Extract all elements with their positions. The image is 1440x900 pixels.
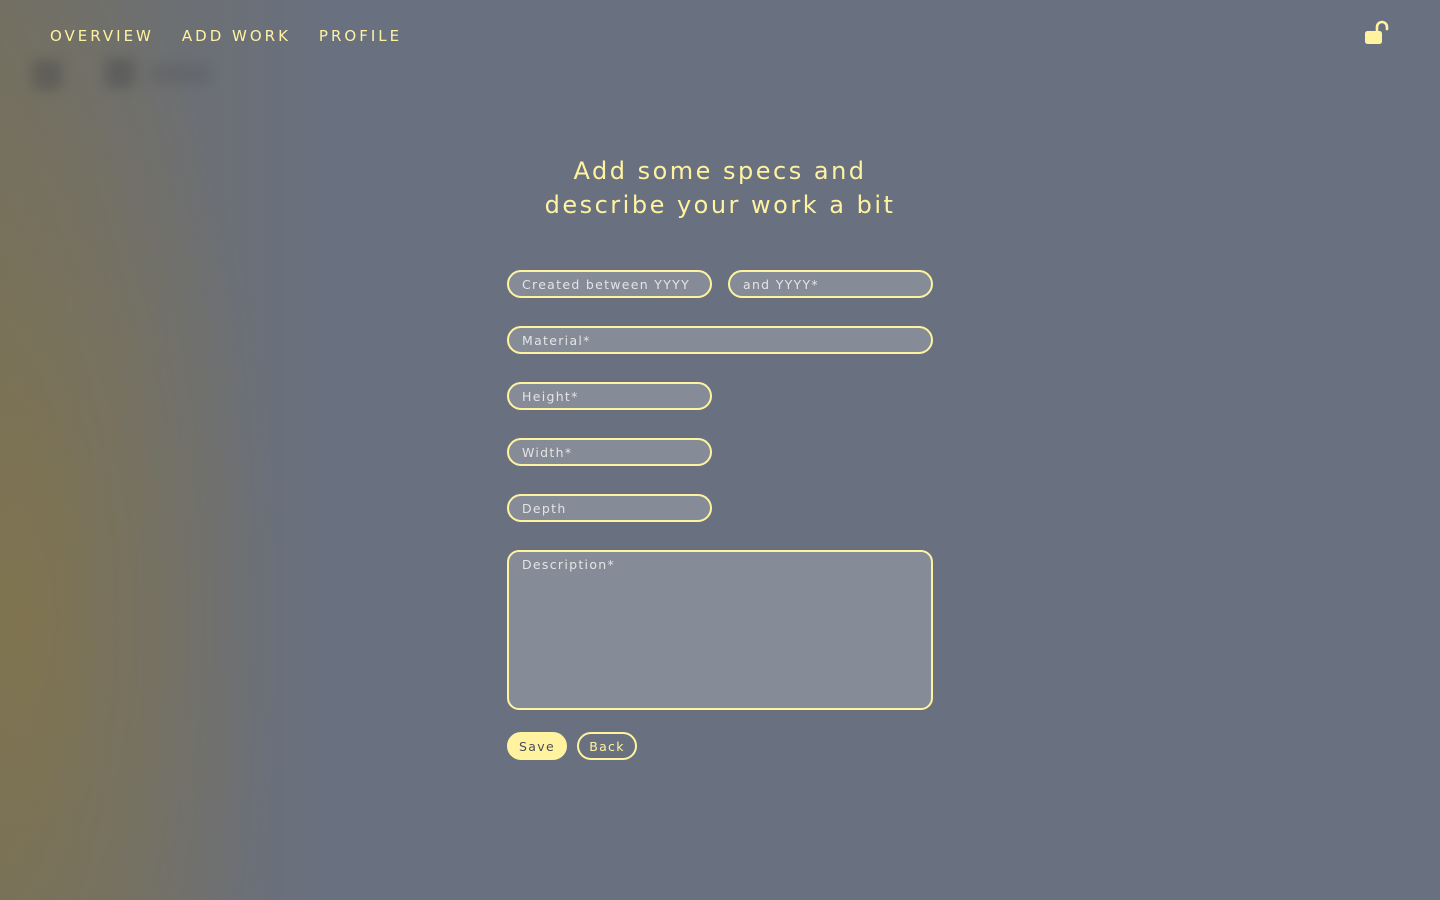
description-textarea[interactable] — [507, 550, 933, 710]
created-from-year-input[interactable] — [507, 270, 712, 298]
top-nav: OVERVIEW ADD WORK PROFILE — [50, 27, 402, 45]
unlocked-padlock-icon[interactable] — [1364, 20, 1390, 46]
material-input[interactable] — [507, 326, 933, 354]
blurred-background-shape — [105, 58, 135, 88]
save-button[interactable]: Save — [507, 732, 567, 760]
page-title-line-1: Add some specs and — [573, 157, 867, 185]
created-to-year-input[interactable] — [728, 270, 933, 298]
page-title: Add some specs and describe your work a … — [0, 154, 1440, 222]
nav-item-overview[interactable]: OVERVIEW — [50, 27, 154, 45]
nav-item-add-work[interactable]: ADD WORK — [182, 27, 291, 45]
height-input[interactable] — [507, 382, 712, 410]
blurred-background-shape — [32, 60, 62, 90]
page-title-line-2: describe your work a bit — [544, 191, 896, 219]
blurred-background-shape — [150, 64, 210, 84]
blurred-backdrop — [0, 0, 1440, 900]
width-input[interactable] — [507, 438, 712, 466]
depth-input[interactable] — [507, 494, 712, 522]
back-button[interactable]: Back — [577, 732, 637, 760]
nav-item-profile[interactable]: PROFILE — [319, 27, 402, 45]
